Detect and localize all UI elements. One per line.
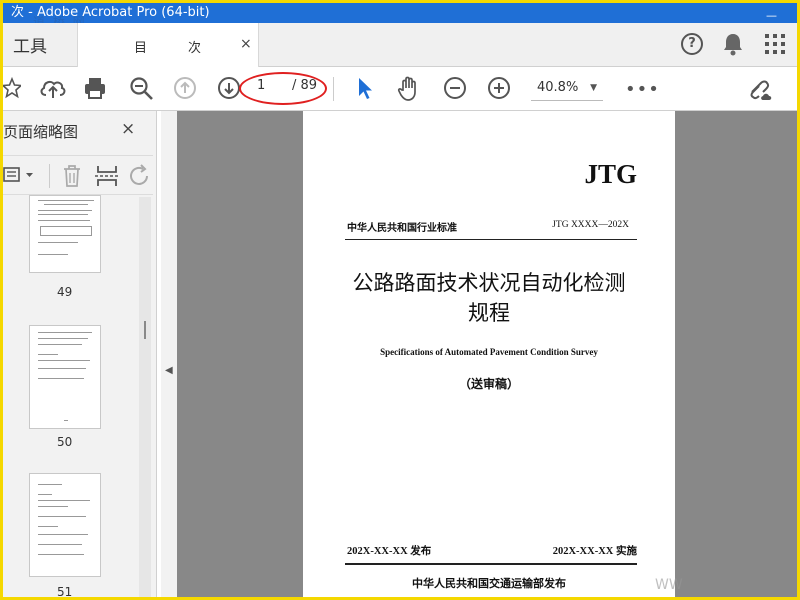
zoom-value: 40.8% <box>537 80 579 95</box>
panel-toolbar <box>3 155 153 195</box>
panel-title: 页面缩略图 <box>3 123 79 141</box>
collapse-arrow-icon: ◀ <box>165 365 173 376</box>
tab-bar: 工具 目 次 × ? <box>3 23 797 67</box>
thumbnail-text-line <box>64 420 68 421</box>
chevron-down-icon: ▼ <box>590 83 597 93</box>
thumbnail-text-line <box>38 500 90 501</box>
select-cursor-icon[interactable] <box>355 76 375 100</box>
apps-grid-icon[interactable] <box>765 34 785 54</box>
thumbnail-text-line <box>38 544 82 545</box>
thumbnail-page[interactable] <box>29 473 101 577</box>
tab-tools[interactable]: 工具 <box>13 32 47 57</box>
thumbnail-text-line <box>38 332 92 333</box>
tab-document-label-2: 次 <box>188 41 202 56</box>
zoom-in-icon[interactable] <box>487 76 511 100</box>
document-title-line2: 规程 <box>468 301 510 325</box>
thumbnail-text-line <box>38 378 84 379</box>
thumbnail-table <box>40 226 92 236</box>
link-cloud-icon[interactable] <box>747 76 775 102</box>
more-tools-icon[interactable]: ••• <box>625 79 660 100</box>
watermark-text: WW <box>655 577 683 593</box>
print-icon[interactable] <box>83 76 107 100</box>
thumbnail-text-line <box>44 204 88 205</box>
thumbnail-text-line <box>38 484 62 485</box>
standard-code: JTG XXXX—202X <box>552 220 629 230</box>
thumbnail-text-line <box>38 526 58 527</box>
thumbnail-list: 49 50 51 <box>3 195 153 597</box>
bell-icon[interactable] <box>722 32 744 56</box>
main-toolbar <box>3 67 797 111</box>
thumbnail-text-line <box>38 368 86 369</box>
document-publisher: 中华人民共和国交通运输部发布 <box>412 577 566 590</box>
document-title-line1: 公路路面技术状况自动化检测 <box>352 271 626 295</box>
document-view[interactable]: JTG 中华人民共和国行业标准 JTG XXXX—202X 公路路面技术状况自动… <box>177 111 797 597</box>
thumbnail-text-line <box>38 494 52 495</box>
thumbnail-text-line <box>38 554 84 555</box>
tab-document-label-1: 目 <box>134 41 148 56</box>
thumbnail-text-line <box>38 354 58 355</box>
thumbnail-text-line <box>38 254 68 255</box>
thumbnail-text-line <box>38 220 90 221</box>
panel-collapse-handle[interactable]: ◀ <box>161 111 177 597</box>
annotation-ellipse <box>239 72 327 105</box>
title-bar: 次 - Adobe Acrobat Pro (64-bit) — <box>3 3 797 23</box>
search-zoom-icon[interactable] <box>129 76 155 102</box>
standard-category: 中华人民共和国行业标准 <box>347 223 457 234</box>
hand-tool-icon[interactable] <box>397 76 421 102</box>
close-tab-icon[interactable]: × <box>240 36 252 52</box>
close-panel-icon[interactable]: × <box>121 119 135 139</box>
thumbnail-options-icon[interactable] <box>3 165 37 185</box>
previous-page-icon[interactable] <box>173 76 197 100</box>
trash-icon[interactable] <box>61 164 83 188</box>
tab-document[interactable]: 目 次 × <box>77 23 259 67</box>
insert-pages-icon[interactable] <box>95 164 119 188</box>
footer-rule <box>345 563 637 565</box>
header-rule <box>345 239 637 240</box>
publish-date: 202X-XX-XX 发布 <box>347 546 432 557</box>
draft-label: （送审稿） <box>458 377 519 391</box>
thumbnail-panel: 页面缩略图 × 49 50 51 <box>3 111 157 597</box>
help-icon[interactable]: ? <box>681 33 703 55</box>
star-icon[interactable] <box>3 76 21 100</box>
thumbnail-text-line <box>38 344 82 345</box>
thumbnail-text-line <box>38 214 88 215</box>
rotate-icon[interactable] <box>129 164 151 188</box>
acrobat-window: 次 - Adobe Acrobat Pro (64-bit) — 道 桥 网 工… <box>3 3 797 597</box>
implement-date: 202X-XX-XX 实施 <box>552 546 637 557</box>
thumbnail-text-line <box>38 534 88 535</box>
next-page-icon[interactable] <box>217 76 241 100</box>
thumbnail-page-number: 51 <box>57 585 73 597</box>
document-brand: JTG <box>584 159 637 189</box>
thumbnail-text-line <box>38 516 86 517</box>
toolbar-divider <box>333 77 334 101</box>
document-page: JTG 中华人民共和国行业标准 JTG XXXX—202X 公路路面技术状况自动… <box>303 111 675 597</box>
thumbnail-text-line <box>38 506 68 507</box>
zoom-out-icon[interactable] <box>443 76 467 100</box>
thumbnail-text-line <box>38 338 88 339</box>
thumbnail-text-line <box>38 360 90 361</box>
thumbnail-text-line <box>38 242 78 243</box>
thumbnail-page[interactable] <box>29 325 101 429</box>
upload-cloud-icon[interactable] <box>39 76 67 100</box>
thumbnail-scrollbar[interactable] <box>139 197 151 597</box>
thumbnail-page[interactable] <box>29 195 101 273</box>
zoom-dropdown[interactable]: 40.8% ▼ <box>531 75 603 101</box>
scrollbar-thumb[interactable] <box>144 321 146 339</box>
toolbar-divider <box>49 164 50 188</box>
thumbnail-text-line <box>38 200 94 201</box>
document-subtitle: Specifications of Automated Pavement Con… <box>380 347 598 357</box>
thumbnail-page-number: 50 <box>57 435 73 449</box>
thumbnail-page-number: 49 <box>57 285 73 299</box>
thumbnail-text-line <box>38 210 92 211</box>
